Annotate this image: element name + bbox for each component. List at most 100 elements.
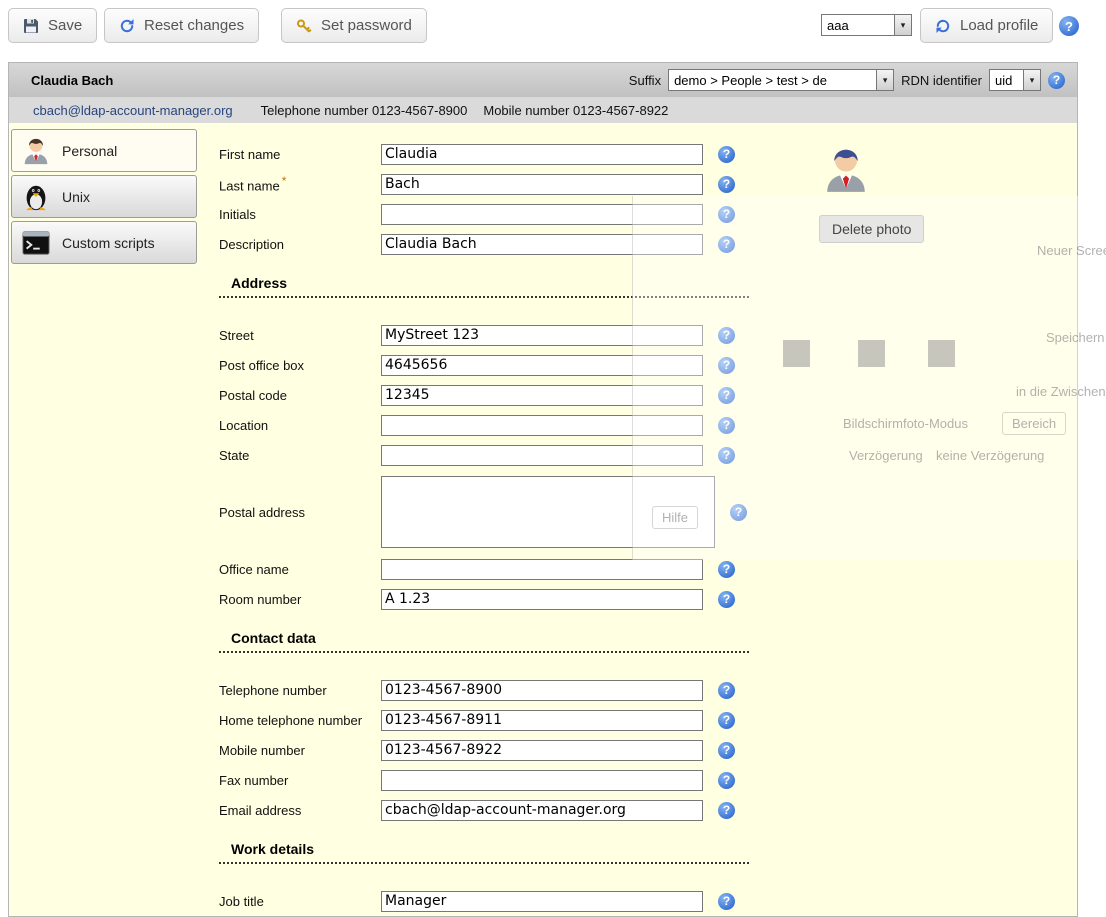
dropdown-arrow-icon: ▾ bbox=[1023, 70, 1040, 90]
field-row: Post office box ? bbox=[219, 350, 779, 380]
initials-input[interactable] bbox=[381, 204, 703, 225]
help-icon[interactable]: ? bbox=[718, 387, 735, 404]
help-icon[interactable]: ? bbox=[718, 742, 735, 759]
user-photo bbox=[821, 141, 871, 199]
profile-select[interactable]: aaa ▾ bbox=[821, 14, 912, 36]
help-icon[interactable]: ? bbox=[718, 772, 735, 789]
tab-custom-scripts-label: Custom scripts bbox=[62, 235, 155, 251]
state-input[interactable] bbox=[381, 445, 703, 466]
postal-address-label: Postal address bbox=[219, 505, 381, 520]
last-name-input[interactable] bbox=[381, 174, 703, 195]
room-number-label: Room number bbox=[219, 592, 381, 607]
help-icon[interactable]: ? bbox=[1059, 16, 1079, 36]
initials-label: Initials bbox=[219, 207, 381, 222]
field-row: Postal code ? bbox=[219, 380, 779, 410]
help-icon[interactable]: ? bbox=[718, 206, 735, 223]
account-panel: Claudia Bach Suffix demo > People > test… bbox=[8, 62, 1078, 917]
reset-changes-button[interactable]: Reset changes bbox=[104, 8, 259, 43]
street-label: Street bbox=[219, 328, 381, 343]
help-icon[interactable]: ? bbox=[718, 447, 735, 464]
field-row: Postal address ? bbox=[219, 470, 779, 554]
first-name-input[interactable] bbox=[381, 144, 703, 165]
location-label: Location bbox=[219, 418, 381, 433]
help-icon[interactable]: ? bbox=[718, 327, 735, 344]
module-tabs: Personal Unix bbox=[11, 129, 197, 267]
job-title-input[interactable] bbox=[381, 891, 703, 912]
postal-code-input[interactable] bbox=[381, 385, 703, 406]
mobile-number-label: Mobile number bbox=[219, 743, 381, 758]
dropdown-arrow-icon: ▾ bbox=[876, 70, 893, 90]
email-address-input[interactable] bbox=[381, 800, 703, 821]
tab-unix-label: Unix bbox=[62, 189, 90, 205]
account-summary-bar: cbach@ldap-account-manager.org Telephone… bbox=[9, 97, 1077, 123]
summary-mobile: Mobile number 0123-4567-8922 bbox=[483, 103, 668, 118]
location-input[interactable] bbox=[381, 415, 703, 436]
help-icon[interactable]: ? bbox=[718, 561, 735, 578]
fax-number-input[interactable] bbox=[381, 770, 703, 791]
person-icon bbox=[21, 136, 51, 166]
section-heading-work-details: Work details bbox=[219, 841, 749, 864]
field-row: State ? bbox=[219, 440, 779, 470]
office-name-label: Office name bbox=[219, 562, 381, 577]
help-icon[interactable]: ? bbox=[718, 417, 735, 434]
tab-unix[interactable]: Unix bbox=[11, 175, 197, 218]
section-heading-address: Address bbox=[219, 275, 749, 298]
field-row: Street ? bbox=[219, 320, 779, 350]
save-button[interactable]: Save bbox=[8, 8, 97, 43]
tab-personal-label: Personal bbox=[62, 143, 117, 159]
field-row: Job title ? bbox=[219, 886, 779, 916]
help-icon[interactable]: ? bbox=[718, 591, 735, 608]
tux-penguin-icon bbox=[21, 182, 51, 212]
help-icon[interactable]: ? bbox=[1048, 72, 1065, 89]
postal-address-textarea[interactable] bbox=[381, 476, 715, 548]
field-row: Mobile number ? bbox=[219, 735, 779, 765]
account-header: Claudia Bach Suffix demo > People > test… bbox=[9, 63, 1077, 97]
dropdown-arrow-icon: ▾ bbox=[894, 15, 911, 35]
help-icon[interactable]: ? bbox=[718, 236, 735, 253]
lam-user-edit-page: Save Reset changes Set password aaa ▾ bbox=[0, 0, 1106, 917]
mobile-number-input[interactable] bbox=[381, 740, 703, 761]
help-icon[interactable]: ? bbox=[718, 893, 735, 910]
set-password-button[interactable]: Set password bbox=[281, 8, 427, 43]
profile-select-value: aaa bbox=[822, 15, 894, 35]
fax-number-label: Fax number bbox=[219, 773, 381, 788]
header-controls: Suffix demo > People > test > de ▾ RDN i… bbox=[629, 69, 1065, 91]
post-office-box-input[interactable] bbox=[381, 355, 703, 376]
help-icon[interactable]: ? bbox=[718, 176, 735, 193]
street-input[interactable] bbox=[381, 325, 703, 346]
help-icon[interactable]: ? bbox=[718, 712, 735, 729]
save-button-label: Save bbox=[48, 17, 82, 34]
load-profile-button[interactable]: Load profile bbox=[920, 8, 1053, 43]
key-icon bbox=[296, 18, 312, 34]
summary-telephone: Telephone number 0123-4567-8900 bbox=[261, 103, 468, 118]
description-input[interactable] bbox=[381, 234, 703, 255]
rdn-select-value: uid bbox=[990, 70, 1023, 90]
help-icon[interactable]: ? bbox=[718, 357, 735, 374]
field-row: Location ? bbox=[219, 410, 779, 440]
telephone-input[interactable] bbox=[381, 680, 703, 701]
suffix-select[interactable]: demo > People > test > de ▾ bbox=[668, 69, 894, 91]
home-telephone-input[interactable] bbox=[381, 710, 703, 731]
field-row: Telephone number ? bbox=[219, 675, 779, 705]
tab-personal[interactable]: Personal bbox=[11, 129, 197, 172]
email-link[interactable]: cbach@ldap-account-manager.org bbox=[33, 103, 233, 118]
field-row: Office name ? bbox=[219, 554, 779, 584]
delete-photo-button[interactable]: Delete photo bbox=[819, 215, 924, 243]
office-name-input[interactable] bbox=[381, 559, 703, 580]
section-heading-contact-data: Contact data bbox=[219, 630, 749, 653]
floppy-disk-icon bbox=[23, 18, 39, 34]
help-icon[interactable]: ? bbox=[718, 146, 735, 163]
field-row: Last name* ? bbox=[219, 169, 779, 199]
field-row: Description ? bbox=[219, 229, 779, 259]
post-office-box-label: Post office box bbox=[219, 358, 381, 373]
field-row: Home telephone number ? bbox=[219, 705, 779, 735]
tab-custom-scripts[interactable]: Custom scripts bbox=[11, 221, 197, 264]
rdn-select[interactable]: uid ▾ bbox=[989, 69, 1041, 91]
help-icon[interactable]: ? bbox=[718, 802, 735, 819]
help-icon[interactable]: ? bbox=[718, 682, 735, 699]
field-row: Room number ? bbox=[219, 584, 779, 614]
home-telephone-label: Home telephone number bbox=[219, 713, 381, 728]
job-title-label: Job title bbox=[219, 894, 381, 909]
help-icon[interactable]: ? bbox=[730, 504, 747, 521]
room-number-input[interactable] bbox=[381, 589, 703, 610]
